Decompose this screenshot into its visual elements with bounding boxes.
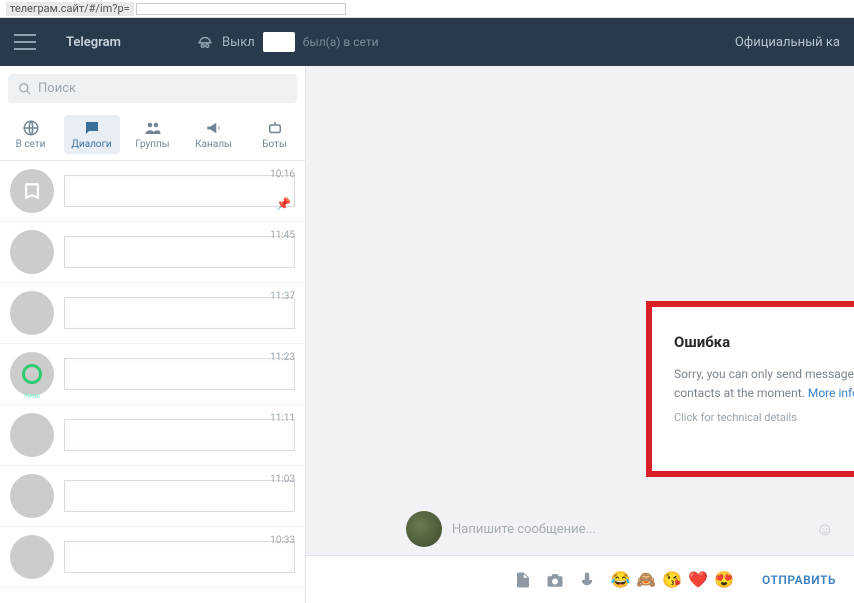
chat-time: 10:33 <box>270 535 295 546</box>
emoji[interactable]: 😂 <box>610 570 630 589</box>
compose-avatar <box>406 511 442 547</box>
chat-time: 11:45 <box>270 230 295 241</box>
header-user-name: Выкл <box>222 35 255 50</box>
url-prefix: телеграм.сайт/#/im?p= <box>6 2 134 16</box>
avatar <box>10 474 54 518</box>
tab-dialogs[interactable]: Диалоги <box>64 115 120 154</box>
group-icon <box>143 119 163 137</box>
chat-item[interactable]: 10:16 📌 <box>0 161 305 222</box>
emoji[interactable]: 🙈 <box>636 570 656 589</box>
sidebar-tabs: В сети Диалоги Группы Каналы Боты <box>0 111 305 161</box>
chat-name-redacted <box>64 358 295 390</box>
chat-time: 11:37 <box>270 291 295 302</box>
url-redacted <box>136 3 346 15</box>
brand-label: Telegram <box>66 35 196 50</box>
chat-area: реля 2019 г. Напишите сообщение... ☺ 😂 🙈… <box>306 66 854 603</box>
attach-icon[interactable] <box>514 571 532 589</box>
more-info-link[interactable]: More info » <box>808 386 854 400</box>
compose-row: Напишите сообщение... ☺ <box>306 511 854 547</box>
incognito-icon <box>196 33 214 51</box>
chat-item[interactable]: 11:37 <box>0 283 305 344</box>
chat-item[interactable]: 11:11 <box>0 405 305 466</box>
chat-list: 10:16 📌 11:45 11:37 Photo 11:23 <box>0 161 305 603</box>
avatar <box>10 169 54 213</box>
address-bar[interactable]: телеграм.сайт/#/im?p= <box>0 0 854 18</box>
globe-icon <box>21 119 41 137</box>
chat-name-redacted <box>64 175 295 207</box>
chat-item[interactable]: 11:45 <box>0 222 305 283</box>
mic-icon[interactable] <box>578 571 596 589</box>
search-icon <box>18 82 32 96</box>
camera-icon[interactable] <box>546 571 564 589</box>
menu-icon[interactable] <box>14 34 36 50</box>
modal-title: Ошибка <box>674 333 854 351</box>
avatar <box>10 291 54 335</box>
header-right-label: Официальный ка <box>735 35 840 50</box>
presence-label: был(а) в сети <box>303 35 379 49</box>
modal-message: Sorry, you can only send messages to mut… <box>674 365 854 403</box>
ok-button[interactable]: OK <box>674 442 854 457</box>
emoji-picker-icon[interactable]: ☺ <box>816 519 834 540</box>
chat-item[interactable]: 11:03 <box>0 466 305 527</box>
compose-toolbar: 😂 🙈 😘 ❤️ 😍 ОТПРАВИТЬ <box>306 555 854 603</box>
message-input[interactable]: Напишите сообщение... <box>452 516 806 543</box>
send-button[interactable]: ОТПРАВИТЬ <box>762 573 836 587</box>
error-modal: Ошибка Sorry, you can only send messages… <box>646 301 854 477</box>
emoji[interactable]: ❤️ <box>688 570 708 589</box>
emoji[interactable]: 😘 <box>662 570 682 589</box>
tab-channels[interactable]: Каналы <box>186 115 242 154</box>
emoji[interactable]: 😍 <box>714 570 734 589</box>
avatar: Photo <box>10 352 54 396</box>
sidebar: Поиск В сети Диалоги Группы Каналы <box>0 66 306 603</box>
chat-time: 11:03 <box>270 474 295 485</box>
tab-bots[interactable]: Боты <box>247 115 303 154</box>
avatar <box>10 535 54 579</box>
chat-item[interactable]: Photo 11:23 <box>0 344 305 405</box>
search-input[interactable]: Поиск <box>8 74 297 103</box>
avatar <box>10 230 54 274</box>
chat-name-redacted <box>64 419 295 451</box>
search-placeholder: Поиск <box>38 81 76 96</box>
chat-header-info[interactable]: Выкл был(а) в сети <box>196 32 379 52</box>
chat-name-redacted <box>64 236 295 268</box>
chat-time: 11:11 <box>270 413 295 424</box>
chat-time: 11:23 <box>270 352 295 363</box>
avatar <box>10 413 54 457</box>
header-user-avatar <box>263 32 295 52</box>
tech-details-link[interactable]: Click for technical details <box>674 411 854 424</box>
tab-groups[interactable]: Группы <box>125 115 181 154</box>
chat-name-redacted <box>64 297 295 329</box>
tab-online[interactable]: В сети <box>3 115 59 154</box>
pin-icon: 📌 <box>276 197 291 211</box>
chat-name-redacted <box>64 480 295 512</box>
megaphone-icon <box>204 119 224 137</box>
chat-icon <box>82 119 102 137</box>
app-header: Telegram Выкл был(а) в сети Официальный … <box>0 18 854 66</box>
chat-item[interactable]: 10:33 <box>0 527 305 588</box>
quick-emoji-row: 😂 🙈 😘 ❤️ 😍 <box>610 570 734 589</box>
chat-time: 10:16 <box>270 169 295 180</box>
chat-name-redacted <box>64 541 295 573</box>
bot-icon <box>265 119 285 137</box>
